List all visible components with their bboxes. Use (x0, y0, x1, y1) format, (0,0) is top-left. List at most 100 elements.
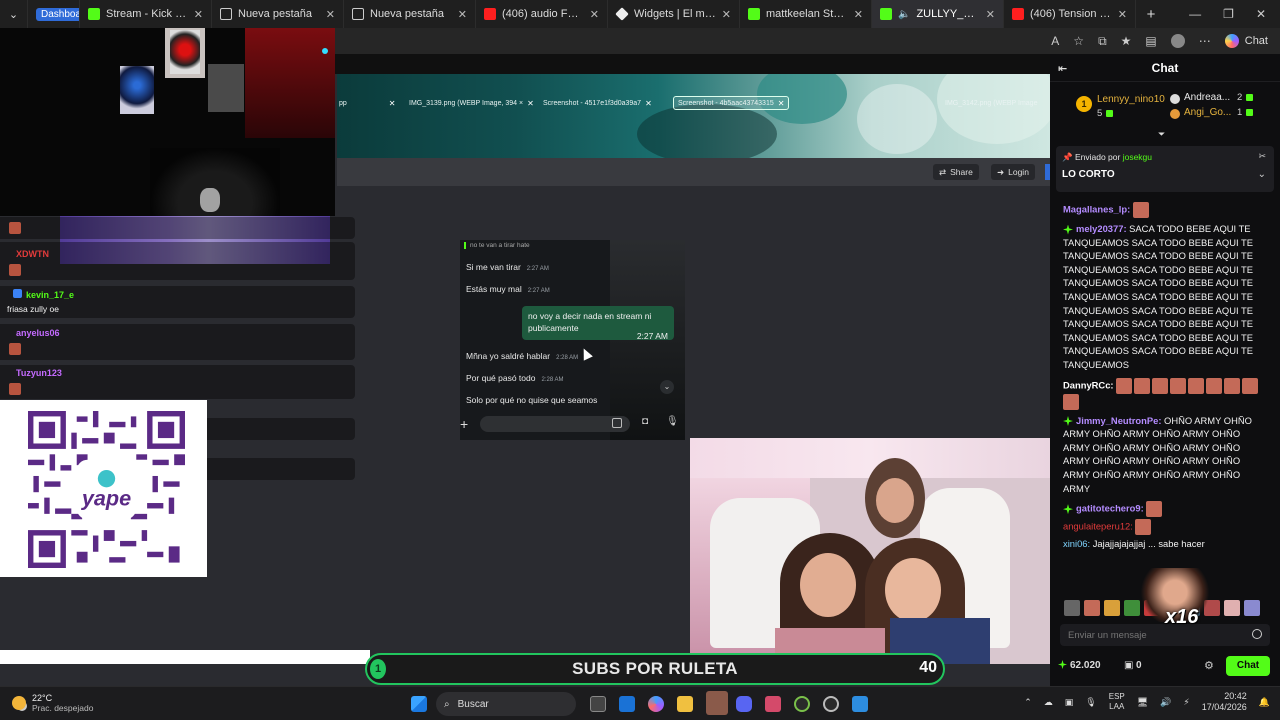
collections-icon[interactable]: ▤ (1145, 34, 1156, 48)
search-icon: ⌕ (444, 698, 450, 710)
close-tab-icon[interactable]: ✕ (194, 8, 203, 21)
gifter-name[interactable]: Andreaa... (1184, 92, 1230, 103)
channel-points[interactable]: 62.020 (1070, 660, 1101, 671)
tab-youtube-audio[interactable]: (406) audio FUEGO, FUEGO ✕ (476, 0, 608, 28)
show-hidden-icons[interactable]: ⌃ (1024, 697, 1032, 708)
chat-username[interactable]: mely20377: (1076, 223, 1127, 234)
chat-username[interactable]: Jimmy_NeutronPe: (1076, 415, 1161, 426)
chat-message: Jimmy_NeutronPe: OHÑO ARMY OHÑO ARMY OHÑ… (1063, 414, 1268, 496)
volume-icon[interactable]: 🔊 (1160, 697, 1171, 708)
microphone-icon[interactable]: 🎙 (1085, 697, 1096, 708)
points-icon (1058, 660, 1067, 669)
chat-settings-icon[interactable]: ⚙ (1204, 659, 1214, 672)
profile-avatar[interactable] (1170, 34, 1185, 48)
expand-pinned-icon[interactable]: ⌄ (1258, 169, 1266, 180)
stream-dark-band (335, 54, 1050, 74)
chat-footer: 62.020 ▣ 0 ⚙ Chat (1050, 654, 1280, 680)
tab-kick-dashboard[interactable]: Stream - Kick Dashboard ✕ (80, 0, 212, 28)
close-tab-icon[interactable]: ✕ (458, 8, 467, 21)
language-indicator[interactable]: ESP LAA (1109, 692, 1125, 712)
gifter-name[interactable]: Angi_Go... (1184, 107, 1231, 118)
chat-header: ⇤ Chat (1050, 54, 1280, 82)
tab-title: mattkeelan Stream - Watch (766, 8, 848, 20)
app-icon[interactable] (852, 696, 868, 712)
chat-text: OHÑO ARMY OHÑO ARMY OHÑO ARMY OHÑO ARMY … (1063, 414, 1252, 494)
tab-group-dashboard[interactable]: Dashboard (28, 0, 80, 28)
search-label: Buscar (457, 698, 489, 710)
chat-username[interactable]: DannyRCc: (1063, 379, 1114, 390)
tab-title: Widgets | El mejor software (634, 8, 716, 20)
close-tab-icon[interactable]: ✕ (590, 8, 599, 21)
close-tab-icon[interactable]: ✕ (1118, 8, 1127, 21)
gift-count[interactable]: 0 (1136, 660, 1142, 671)
minimize-icon[interactable]: — (1189, 7, 1201, 21)
app-icon[interactable] (823, 696, 839, 712)
battery-icon[interactable]: ⚡ (1183, 697, 1189, 708)
share-icon: ⇄ (939, 166, 947, 177)
copilot-icon (1224, 34, 1239, 48)
chat-username[interactable]: angulaiteperu12: (1063, 521, 1133, 532)
network-icon[interactable]: 🖥 (1137, 697, 1148, 708)
verified-badge-icon (1063, 416, 1073, 427)
close-tab-icon[interactable]: ✕ (854, 8, 863, 21)
task-view-icon[interactable] (590, 696, 606, 712)
notifications-icon[interactable]: 🔔 (1259, 697, 1270, 708)
close-window-icon[interactable]: ✕ (1256, 7, 1266, 21)
file-explorer-icon[interactable] (677, 696, 693, 712)
svg-text:yape: yape (81, 486, 131, 511)
more-menu-icon[interactable]: ⋯ (1199, 34, 1211, 48)
extensions-icon[interactable]: ⧉ (1098, 34, 1107, 49)
tab-zullyy-stream[interactable]: 🔈 ZULLYY_CS Stream - W ✕ (872, 0, 1004, 28)
tab-title: Nueva pestaña (370, 8, 444, 20)
verified-badge-icon (1063, 224, 1073, 235)
onedrive-icon[interactable]: ☁ (1044, 697, 1053, 708)
chat-message-input[interactable] (1068, 627, 1238, 643)
copilot-chat-button[interactable]: Chat (1224, 34, 1268, 48)
new-tab-button[interactable]: + (1136, 0, 1166, 28)
game-app-icon[interactable] (706, 691, 728, 715)
security-icon[interactable]: ▣ (1065, 697, 1074, 708)
chat-title: Chat (1151, 60, 1179, 75)
close-tab-icon[interactable]: ✕ (722, 8, 731, 21)
phone-message: Mñna yo saldré hablar 2:28 AM (466, 351, 579, 361)
verified-badge-icon (1063, 504, 1073, 515)
tab-title: Stream - Kick Dashboard (106, 8, 188, 20)
favorite-star-icon[interactable]: ☆ (1073, 34, 1084, 48)
unpin-icon[interactable]: ✂ (1258, 151, 1266, 162)
pin-icon: 📌 (1062, 152, 1073, 162)
tab-widgets[interactable]: Widgets | El mejor software ✕ (608, 0, 740, 28)
tab-new-2[interactable]: Nueva pestaña ✕ (344, 0, 476, 28)
gifter-count: 1 (1237, 107, 1243, 118)
read-aloud-icon[interactable]: A (1051, 34, 1059, 48)
tab-actions-menu[interactable]: ⌄ (0, 0, 28, 28)
taskbar-search[interactable]: ⌕ Buscar (436, 692, 576, 716)
chat-username[interactable]: Magallanes_lp: (1063, 203, 1130, 214)
app-icon[interactable] (765, 696, 781, 712)
chat-username[interactable]: xini06: (1063, 538, 1090, 549)
windows-start-icon[interactable] (411, 696, 427, 712)
maximize-icon[interactable]: ❐ (1223, 7, 1234, 21)
clock[interactable]: 20:42 17/04/2026 (1202, 691, 1247, 713)
filter-icon[interactable]: ⏷ (1158, 129, 1165, 140)
close-tab-icon[interactable]: ✕ (986, 8, 995, 21)
close-tab-icon[interactable]: ✕ (326, 8, 335, 21)
crown-icon (1170, 109, 1180, 119)
widgets-icon (615, 7, 629, 21)
emoji-picker-icon[interactable] (1252, 629, 1262, 639)
tab-title: (406) audio FUEGO, FUEGO (502, 8, 584, 20)
tab-youtube-tension[interactable]: (406) Tension Suspense C ✕ (1004, 0, 1136, 28)
tab-mattkeelan[interactable]: mattkeelan Stream - Watch ✕ (740, 0, 872, 28)
tab-new-1[interactable]: Nueva pestaña ✕ (212, 0, 344, 28)
collapse-chat-icon[interactable]: ⇤ (1058, 62, 1067, 75)
send-chat-button[interactable]: Chat (1226, 656, 1270, 676)
obs-icon[interactable] (794, 696, 810, 712)
chat-username[interactable]: gatitotechero9: (1076, 503, 1144, 514)
weather-widget[interactable]: 22°C Prac. despejado (12, 693, 93, 713)
gifter-name[interactable]: Lennyy_nino10 (1097, 94, 1165, 105)
discord-icon[interactable] (736, 696, 752, 712)
copilot-app-icon[interactable] (648, 696, 664, 712)
screen-tab: IMG_3142.png (WEBP Image (945, 99, 1038, 107)
favorites-icon[interactable]: ★ (1121, 34, 1132, 48)
gifter-count: 5 (1097, 108, 1103, 119)
store-icon[interactable] (619, 696, 635, 712)
